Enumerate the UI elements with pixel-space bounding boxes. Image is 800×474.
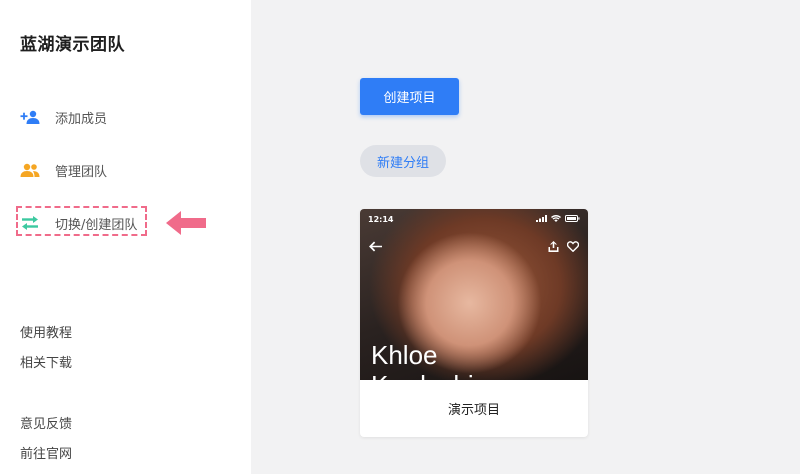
- team-name: 蓝湖演示团队: [20, 35, 125, 55]
- project-card-title: 演示项目: [447, 403, 500, 418]
- project-card[interactable]: 12:14 Khloe 演示项目: [360, 209, 588, 437]
- sidebar: 蓝湖演示团队 添加成员 管理团队 切换/创建团队 使用教程 相关下载 意见反馈 …: [0, 0, 251, 474]
- team-icon: [20, 160, 40, 180]
- status-icons: [536, 215, 580, 222]
- left-arrow-icon: [166, 210, 206, 240]
- status-time: 12:14: [368, 215, 394, 224]
- profile-first-name: Khloe: [371, 340, 438, 370]
- downloads-link[interactable]: 相关下载: [20, 352, 72, 371]
- nav-manage-team-label: 管理团队: [55, 164, 108, 180]
- tutorial-link[interactable]: 使用教程: [20, 322, 72, 341]
- highlight-annotation-box: [16, 206, 147, 236]
- nav-add-member-label: 添加成员: [55, 111, 108, 127]
- battery-icon: [565, 215, 580, 222]
- profile-name: Khloe Kardashian: [371, 340, 503, 380]
- share-icon: [548, 237, 559, 256]
- project-thumbnail: 12:14 Khloe: [360, 209, 588, 380]
- back-arrow-icon: [369, 237, 382, 256]
- official-site-link[interactable]: 前往官网: [20, 443, 72, 462]
- nav-manage-team[interactable]: 管理团队: [20, 157, 107, 183]
- profile-last-name: Kardashian: [371, 370, 503, 380]
- wifi-icon: [551, 215, 561, 222]
- add-user-icon: [20, 107, 40, 127]
- nav-add-member[interactable]: 添加成员: [20, 104, 107, 130]
- feedback-link[interactable]: 意见反馈: [20, 413, 72, 432]
- signal-icon: [536, 215, 547, 222]
- create-project-button[interactable]: 创建项目: [360, 78, 459, 115]
- new-group-button[interactable]: 新建分组: [360, 145, 446, 177]
- heart-icon: [566, 237, 580, 256]
